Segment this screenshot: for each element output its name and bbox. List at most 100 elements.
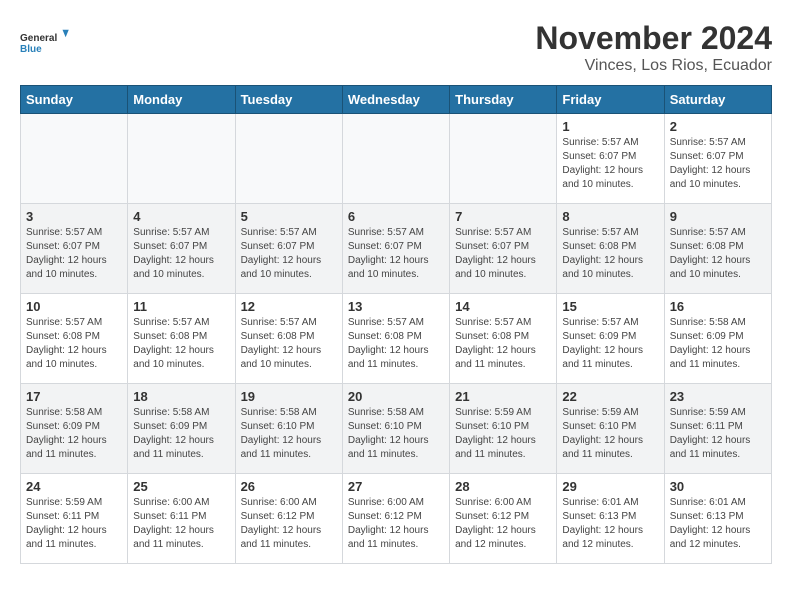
header-saturday: Saturday [664, 86, 771, 114]
day-number: 16 [670, 299, 766, 314]
day-info: Sunrise: 5:58 AM Sunset: 6:09 PM Dayligh… [670, 316, 766, 372]
day-info: Sunrise: 5:57 AM Sunset: 6:07 PM Dayligh… [133, 226, 229, 282]
calendar-cell: 25 Sunrise: 6:00 AM Sunset: 6:11 PM Dayli… [128, 474, 235, 564]
day-info: Sunrise: 5:58 AM Sunset: 6:09 PM Dayligh… [26, 406, 122, 462]
day-number: 12 [241, 299, 337, 314]
calendar-table: SundayMondayTuesdayWednesdayThursdayFrid… [20, 85, 772, 564]
header-tuesday: Tuesday [235, 86, 342, 114]
calendar-cell [128, 114, 235, 204]
day-number: 19 [241, 389, 337, 404]
day-number: 25 [133, 479, 229, 494]
calendar-cell: 27 Sunrise: 6:00 AM Sunset: 6:12 PM Dayli… [342, 474, 449, 564]
header-sunday: Sunday [21, 86, 128, 114]
day-number: 1 [562, 119, 658, 134]
week-row-1: 1 Sunrise: 5:57 AM Sunset: 6:07 PM Daylig… [21, 114, 772, 204]
calendar-header-row: SundayMondayTuesdayWednesdayThursdayFrid… [21, 86, 772, 114]
calendar-cell: 18 Sunrise: 5:58 AM Sunset: 6:09 PM Dayli… [128, 384, 235, 474]
day-number: 17 [26, 389, 122, 404]
day-number: 9 [670, 209, 766, 224]
day-info: Sunrise: 6:00 AM Sunset: 6:11 PM Dayligh… [133, 496, 229, 552]
day-info: Sunrise: 5:57 AM Sunset: 6:07 PM Dayligh… [455, 226, 551, 282]
calendar-cell: 17 Sunrise: 5:58 AM Sunset: 6:09 PM Dayli… [21, 384, 128, 474]
calendar-cell: 22 Sunrise: 5:59 AM Sunset: 6:10 PM Dayli… [557, 384, 664, 474]
day-info: Sunrise: 5:58 AM Sunset: 6:09 PM Dayligh… [133, 406, 229, 462]
day-number: 2 [670, 119, 766, 134]
day-info: Sunrise: 5:59 AM Sunset: 6:10 PM Dayligh… [455, 406, 551, 462]
day-info: Sunrise: 5:57 AM Sunset: 6:08 PM Dayligh… [670, 226, 766, 282]
day-number: 29 [562, 479, 658, 494]
day-number: 8 [562, 209, 658, 224]
location-subtitle: Vinces, Los Rios, Ecuador [535, 57, 772, 75]
day-number: 5 [241, 209, 337, 224]
calendar-cell: 24 Sunrise: 5:59 AM Sunset: 6:11 PM Dayli… [21, 474, 128, 564]
calendar-cell: 3Sunrise: 5:57 AM Sunset: 6:07 PM Daylig… [21, 204, 128, 294]
day-info: Sunrise: 5:57 AM Sunset: 6:07 PM Dayligh… [241, 226, 337, 282]
logo-svg: General Blue [20, 20, 70, 65]
day-number: 20 [348, 389, 444, 404]
calendar-cell: 7 Sunrise: 5:57 AM Sunset: 6:07 PM Daylig… [450, 204, 557, 294]
week-row-2: 3Sunrise: 5:57 AM Sunset: 6:07 PM Daylig… [21, 204, 772, 294]
day-info: Sunrise: 5:59 AM Sunset: 6:11 PM Dayligh… [26, 496, 122, 552]
calendar-cell: 13 Sunrise: 5:57 AM Sunset: 6:08 PM Dayli… [342, 294, 449, 384]
day-number: 26 [241, 479, 337, 494]
calendar-cell: 14 Sunrise: 5:57 AM Sunset: 6:08 PM Dayli… [450, 294, 557, 384]
day-number: 18 [133, 389, 229, 404]
day-number: 10 [26, 299, 122, 314]
calendar-cell: 1 Sunrise: 5:57 AM Sunset: 6:07 PM Daylig… [557, 114, 664, 204]
day-info: Sunrise: 5:57 AM Sunset: 6:08 PM Dayligh… [562, 226, 658, 282]
week-row-4: 17 Sunrise: 5:58 AM Sunset: 6:09 PM Dayli… [21, 384, 772, 474]
day-info: Sunrise: 5:58 AM Sunset: 6:10 PM Dayligh… [241, 406, 337, 462]
day-info: Sunrise: 6:00 AM Sunset: 6:12 PM Dayligh… [348, 496, 444, 552]
day-number: 24 [26, 479, 122, 494]
day-number: 22 [562, 389, 658, 404]
calendar-cell: 23 Sunrise: 5:59 AM Sunset: 6:11 PM Dayli… [664, 384, 771, 474]
calendar-cell: 21 Sunrise: 5:59 AM Sunset: 6:10 PM Dayli… [450, 384, 557, 474]
day-number: 11 [133, 299, 229, 314]
day-info: Sunrise: 5:57 AM Sunset: 6:08 PM Dayligh… [241, 316, 337, 372]
title-block: November 2024 Vinces, Los Rios, Ecuador [535, 20, 772, 75]
calendar-cell: 6Sunrise: 5:57 AM Sunset: 6:07 PM Daylig… [342, 204, 449, 294]
header-friday: Friday [557, 86, 664, 114]
calendar-cell: 10 Sunrise: 5:57 AM Sunset: 6:08 PM Dayli… [21, 294, 128, 384]
day-number: 7 [455, 209, 551, 224]
header-thursday: Thursday [450, 86, 557, 114]
day-info: Sunrise: 5:57 AM Sunset: 6:07 PM Dayligh… [26, 226, 122, 282]
day-number: 27 [348, 479, 444, 494]
calendar-cell: 2 Sunrise: 5:57 AM Sunset: 6:07 PM Daylig… [664, 114, 771, 204]
day-number: 13 [348, 299, 444, 314]
calendar-cell: 8 Sunrise: 5:57 AM Sunset: 6:08 PM Daylig… [557, 204, 664, 294]
calendar-cell: 11 Sunrise: 5:57 AM Sunset: 6:08 PM Dayli… [128, 294, 235, 384]
calendar-cell: 29Sunrise: 6:01 AM Sunset: 6:13 PM Dayli… [557, 474, 664, 564]
day-info: Sunrise: 5:57 AM Sunset: 6:07 PM Dayligh… [670, 136, 766, 192]
day-number: 15 [562, 299, 658, 314]
day-number: 21 [455, 389, 551, 404]
page-header: General Blue November 2024 Vinces, Los R… [20, 20, 772, 75]
day-number: 4 [133, 209, 229, 224]
day-info: Sunrise: 5:57 AM Sunset: 6:07 PM Dayligh… [562, 136, 658, 192]
month-title: November 2024 [535, 20, 772, 57]
day-number: 23 [670, 389, 766, 404]
calendar-cell [342, 114, 449, 204]
week-row-5: 24 Sunrise: 5:59 AM Sunset: 6:11 PM Dayli… [21, 474, 772, 564]
calendar-cell [21, 114, 128, 204]
calendar-cell: 12 Sunrise: 5:57 AM Sunset: 6:08 PM Dayli… [235, 294, 342, 384]
day-info: Sunrise: 6:00 AM Sunset: 6:12 PM Dayligh… [455, 496, 551, 552]
header-monday: Monday [128, 86, 235, 114]
day-info: Sunrise: 5:58 AM Sunset: 6:10 PM Dayligh… [348, 406, 444, 462]
calendar-cell: 28Sunrise: 6:00 AM Sunset: 6:12 PM Dayli… [450, 474, 557, 564]
day-info: Sunrise: 5:57 AM Sunset: 6:08 PM Dayligh… [348, 316, 444, 372]
day-info: Sunrise: 5:57 AM Sunset: 6:08 PM Dayligh… [26, 316, 122, 372]
day-number: 30 [670, 479, 766, 494]
logo: General Blue [20, 20, 70, 65]
day-info: Sunrise: 5:59 AM Sunset: 6:10 PM Dayligh… [562, 406, 658, 462]
day-info: Sunrise: 5:57 AM Sunset: 6:09 PM Dayligh… [562, 316, 658, 372]
svg-text:Blue: Blue [20, 44, 42, 55]
day-info: Sunrise: 5:59 AM Sunset: 6:11 PM Dayligh… [670, 406, 766, 462]
calendar-cell: 19 Sunrise: 5:58 AM Sunset: 6:10 PM Dayli… [235, 384, 342, 474]
day-number: 14 [455, 299, 551, 314]
calendar-cell: 9 Sunrise: 5:57 AM Sunset: 6:08 PM Daylig… [664, 204, 771, 294]
day-info: Sunrise: 6:00 AM Sunset: 6:12 PM Dayligh… [241, 496, 337, 552]
day-info: Sunrise: 5:57 AM Sunset: 6:08 PM Dayligh… [455, 316, 551, 372]
day-info: Sunrise: 5:57 AM Sunset: 6:08 PM Dayligh… [133, 316, 229, 372]
calendar-cell [450, 114, 557, 204]
